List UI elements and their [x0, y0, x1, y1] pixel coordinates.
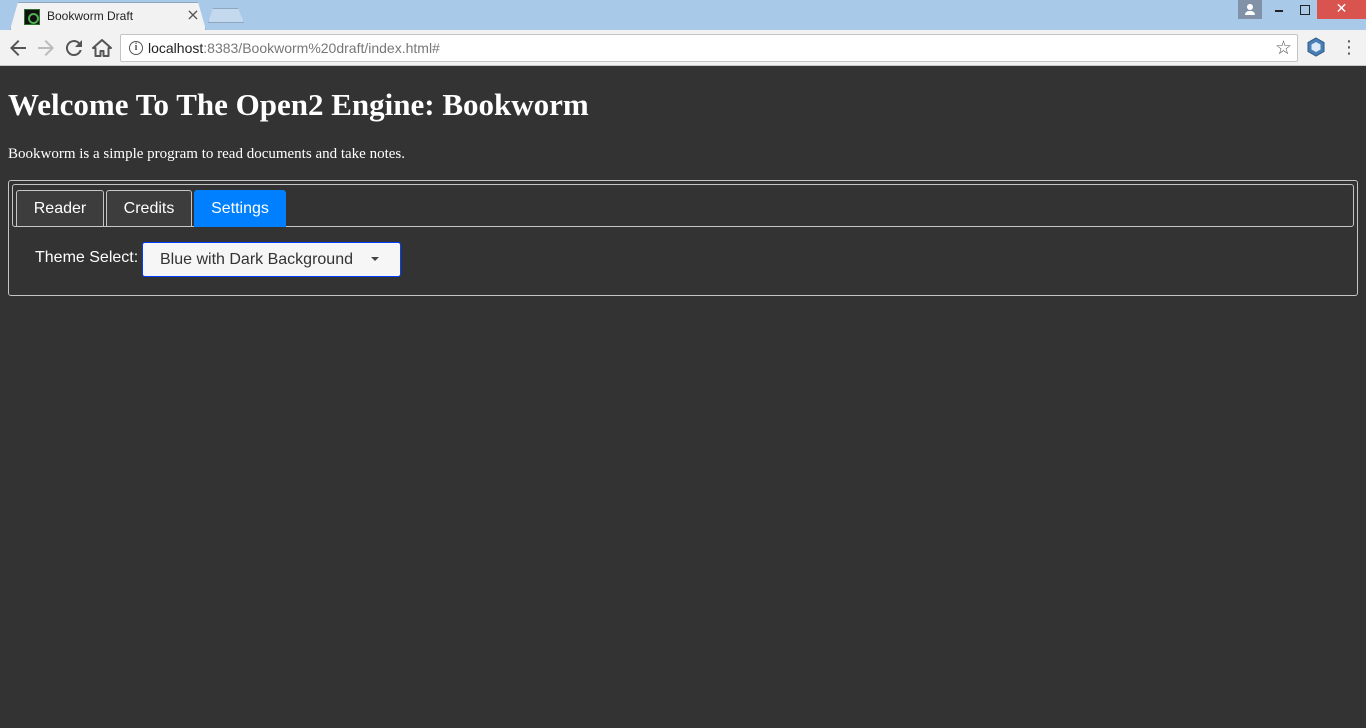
- window-close-button[interactable]: ✕: [1317, 0, 1366, 19]
- back-icon[interactable]: [6, 36, 30, 60]
- home-icon[interactable]: [90, 36, 114, 60]
- theme-select-value: Blue with Dark Background: [160, 251, 353, 268]
- browser-title-bar: Bookworm Draft × ✕: [0, 0, 1366, 30]
- restore-button[interactable]: [1291, 0, 1317, 19]
- new-tab-button[interactable]: [208, 8, 244, 23]
- page-content: Welcome To The Open2 Engine: Bookworm Bo…: [0, 67, 1366, 728]
- browser-tab[interactable]: Bookworm Draft ×: [10, 2, 206, 30]
- url-text: localhost:8383/Bookworm%20draft/index.ht…: [148, 40, 440, 56]
- reload-icon[interactable]: [62, 36, 86, 60]
- page-description: Bookworm is a simple program to read doc…: [8, 146, 405, 162]
- menu-icon[interactable]: ⋮: [1340, 36, 1358, 60]
- tab-credits[interactable]: Credits: [106, 190, 192, 227]
- tab-header: Reader Credits Settings: [12, 184, 1354, 227]
- browser-toolbar: i localhost:8383/Bookworm%20draft/index.…: [0, 30, 1366, 66]
- theme-select-label: Theme Select:: [35, 249, 139, 266]
- minimize-button[interactable]: [1266, 0, 1292, 19]
- theme-select-dropdown[interactable]: Blue with Dark Background: [142, 242, 401, 277]
- browser-tab-title: Bookworm Draft: [47, 9, 134, 23]
- extension-icon[interactable]: [1306, 37, 1326, 57]
- user-profile-icon[interactable]: [1238, 0, 1262, 19]
- forward-icon[interactable]: [34, 36, 58, 60]
- favicon-icon: [24, 9, 40, 25]
- url-host: localhost: [148, 40, 204, 56]
- page-title: Welcome To The Open2 Engine: Bookworm: [8, 87, 589, 122]
- caret-down-icon: [371, 257, 379, 261]
- url-path: :8383/Bookworm%20draft/index.html#: [203, 40, 440, 56]
- tabs-panel: Reader Credits Settings Theme Select: Bl…: [8, 180, 1358, 296]
- tab-reader[interactable]: Reader: [16, 190, 104, 227]
- address-bar[interactable]: i localhost:8383/Bookworm%20draft/index.…: [120, 34, 1298, 62]
- bookmark-star-icon[interactable]: ☆: [1275, 37, 1292, 59]
- tab-settings[interactable]: Settings: [194, 190, 286, 227]
- info-icon[interactable]: i: [129, 41, 143, 55]
- tab-close-icon[interactable]: ×: [185, 7, 201, 23]
